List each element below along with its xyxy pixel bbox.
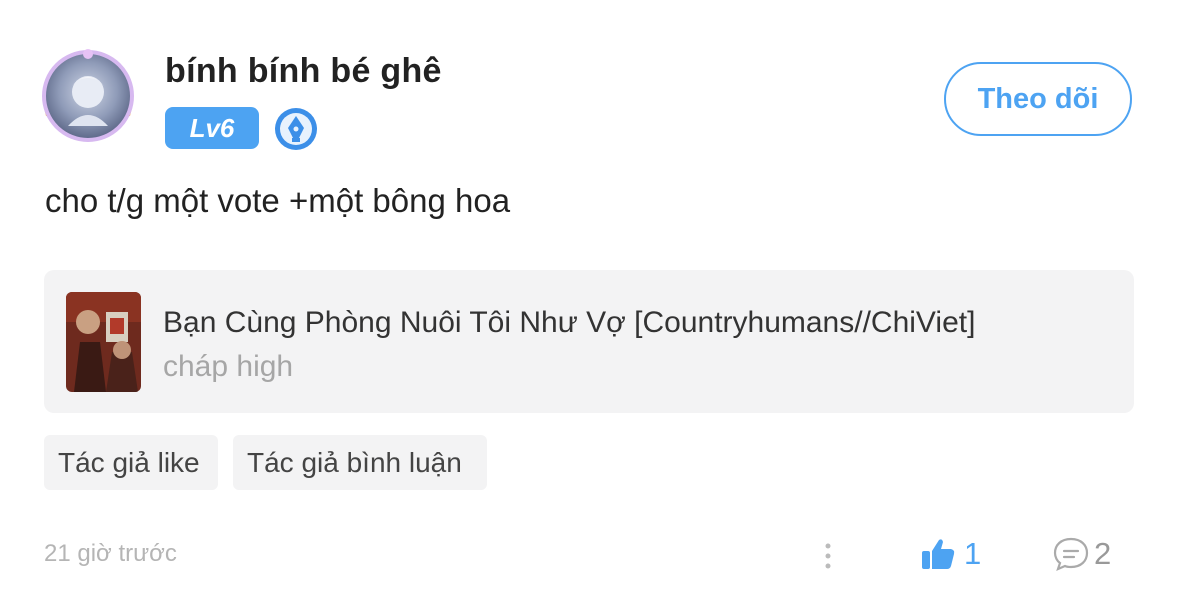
like-count[interactable]: 1	[964, 536, 981, 572]
comment-text: cho t/g một vote +một bông hoa	[45, 182, 511, 219]
timestamp: 21 giờ trước	[44, 540, 177, 567]
follow-button[interactable]: Theo dõi	[944, 62, 1132, 136]
comment-count[interactable]: 2	[1094, 536, 1111, 572]
username[interactable]: bính bính bé ghê	[165, 52, 442, 91]
tag-author-like: Tác giả like	[44, 435, 218, 490]
book-chapter: cháp high	[163, 350, 294, 383]
user-avatar[interactable]	[38, 46, 138, 146]
book-card[interactable]: Bạn Cùng Phòng Nuôi Tôi Như Vợ [Countryh…	[44, 270, 1134, 413]
thumbs-up-icon[interactable]	[920, 537, 956, 571]
book-cover-image[interactable]	[66, 292, 141, 392]
comment-bubble-icon[interactable]	[1052, 536, 1090, 572]
more-options-icon[interactable]	[820, 541, 836, 571]
book-title[interactable]: Bạn Cùng Phòng Nuôi Tôi Như Vợ [Countryh…	[163, 306, 975, 340]
pen-badge-icon	[273, 106, 319, 152]
tag-author-comment: Tác giả bình luận	[233, 435, 487, 490]
level-badge: Lv6	[165, 107, 259, 149]
